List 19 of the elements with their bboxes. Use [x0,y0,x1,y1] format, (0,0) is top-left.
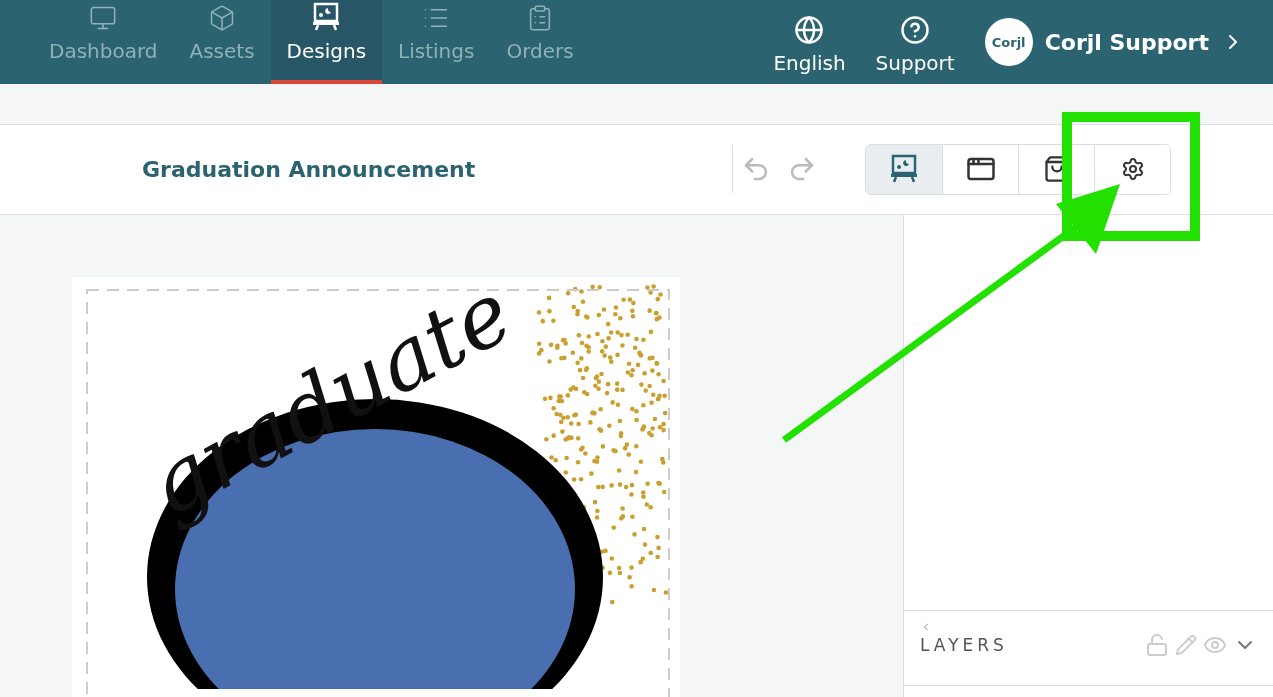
mode-button[interactable] [1094,144,1170,194]
nav-action[interactable]: English [773,9,846,76]
nav-action-label: English [773,51,846,76]
layers-title: LAYERS [920,635,1008,655]
nav-action[interactable]: Support [875,9,955,76]
mode-button[interactable] [866,144,942,194]
help-icon [900,15,931,46]
account-menu[interactable]: Corjl Corjl Support [984,18,1245,67]
nav-tab[interactable]: Designs [270,0,383,85]
design-title: Graduation Announcement [142,156,477,182]
account-logo: Corjl [984,18,1033,67]
account-name: Corjl Support [1044,29,1209,55]
nav-action-label: Support [875,51,955,76]
settings-icon [1120,157,1145,182]
unlock-icon[interactable] [1145,633,1169,657]
easel-icon [311,2,342,33]
easel-icon [889,154,919,185]
globe-icon [794,15,825,46]
pencil-icon[interactable] [1175,634,1197,656]
